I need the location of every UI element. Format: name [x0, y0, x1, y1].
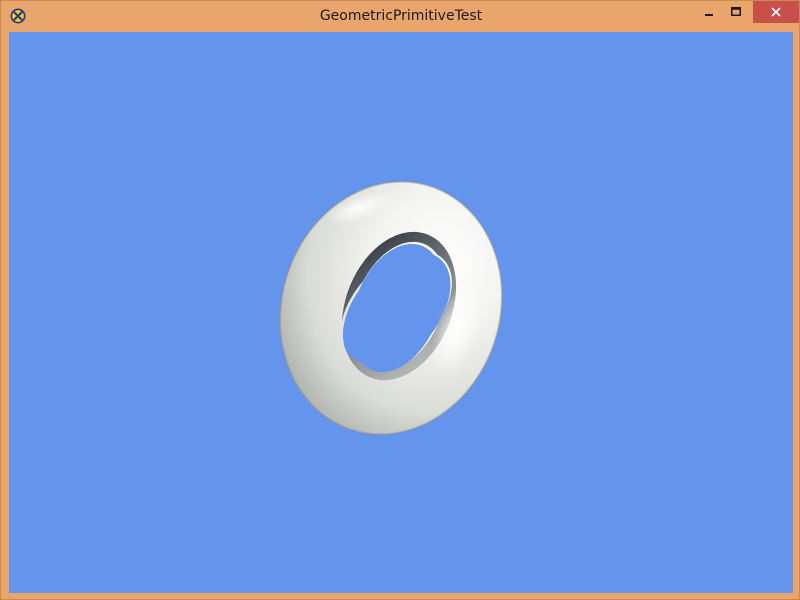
- scene-canvas: [279, 180, 503, 436]
- window-title: GeometricPrimitiveTest: [319, 8, 483, 24]
- title-bar[interactable]: GeometricPrimitiveTest: [1, 1, 799, 31]
- maximize-icon: [731, 7, 741, 16]
- torus-mesh: [279, 180, 503, 436]
- app-window: GeometricPrimitiveTest: [0, 0, 800, 600]
- directx-app-icon: [10, 8, 26, 24]
- render-viewport[interactable]: [9, 32, 793, 593]
- minimize-button[interactable]: [696, 1, 722, 23]
- minimize-icon: [705, 14, 713, 16]
- close-button[interactable]: [753, 1, 799, 23]
- maximize-button[interactable]: [723, 1, 749, 23]
- close-icon: [771, 7, 781, 17]
